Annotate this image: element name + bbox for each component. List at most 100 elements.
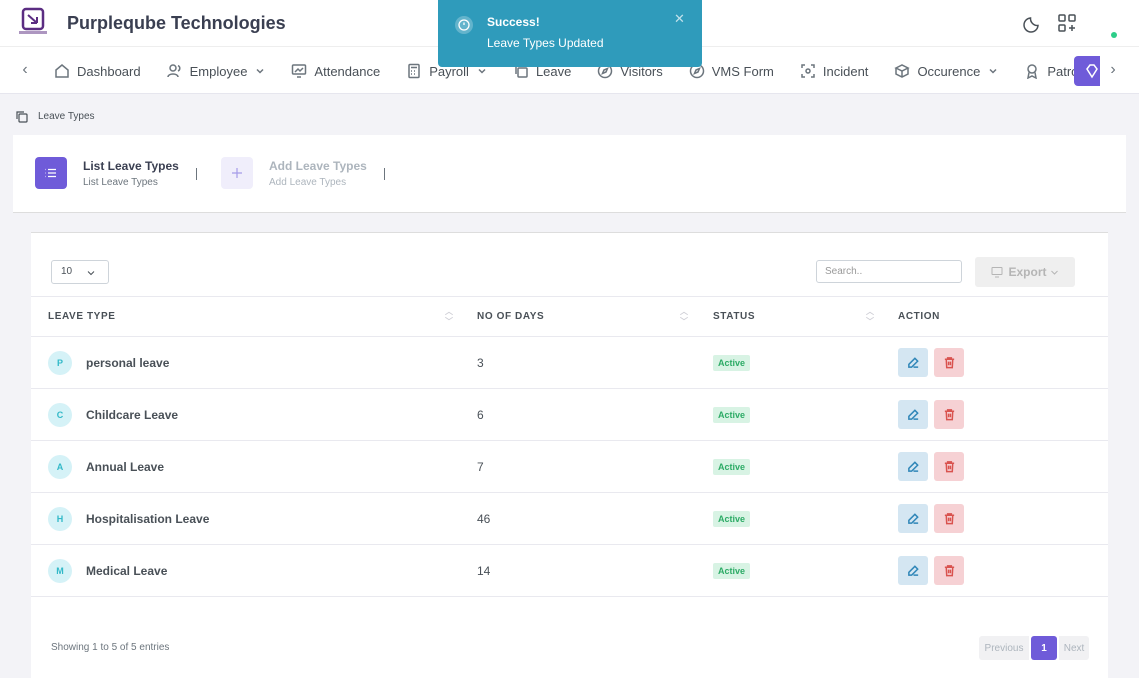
column-header-action: ACTION: [881, 296, 1108, 337]
brand-logo[interactable]: [17, 7, 49, 39]
users-icon: [166, 64, 181, 78]
leave-types-tabs: List Leave Types List Leave Types Add Le…: [13, 135, 1126, 213]
delete-button[interactable]: [934, 400, 964, 429]
plus-icon: [221, 157, 253, 189]
toast-title: Success!: [487, 15, 540, 29]
leave-days: 7: [477, 459, 484, 474]
leave-type-name: Hospitalisation Leave: [86, 511, 210, 526]
nav-item-dashboard[interactable]: Dashboard: [54, 47, 141, 95]
page-length-select[interactable]: 10: [51, 260, 109, 284]
sort-icon: ︿ ﹀: [866, 307, 875, 326]
nav-item-patrol[interactable]: Patrol: [1024, 47, 1081, 95]
monitor-chart-icon: [292, 64, 307, 78]
calculator-icon: [408, 63, 420, 79]
leave-type-name: Childcare Leave: [86, 407, 179, 422]
dark-mode-icon[interactable]: [1023, 13, 1043, 33]
pagination: Previous 1 Next: [979, 636, 1089, 660]
column-header-status[interactable]: STATUS ︿ ﹀: [696, 296, 881, 337]
status-badge: Active: [713, 458, 751, 475]
leave-days: 6: [477, 407, 484, 422]
sort-icon: ︿ ﹀: [445, 307, 454, 326]
boxes-icon: [894, 64, 911, 78]
delete-button[interactable]: [934, 504, 964, 533]
status-badge: Active: [713, 562, 751, 579]
edit-button[interactable]: [898, 348, 928, 377]
delete-button[interactable]: [934, 452, 964, 481]
tab-list-leave-types[interactable]: List Leave Types List Leave Types: [35, 157, 179, 189]
edit-button[interactable]: [898, 556, 928, 585]
nav-item-attendance[interactable]: Attendance: [291, 47, 380, 95]
edit-button[interactable]: [898, 504, 928, 533]
breadcrumb-current: Leave Types: [38, 111, 95, 122]
breadcrumb: Leave Types: [15, 110, 95, 123]
leave-days: 46: [477, 511, 491, 526]
tab-add-leave-types[interactable]: Add Leave Types Add Leave Types: [221, 157, 367, 189]
edit-icon: [907, 357, 919, 368]
previous-page-button[interactable]: Previous: [979, 636, 1029, 660]
table-row: M Medical Leave 14 Active: [31, 544, 1108, 597]
column-header-no-of-days[interactable]: NO OF DAYS ︿ ﹀: [460, 296, 696, 337]
online-status-dot: [1111, 32, 1117, 38]
list-icon: [35, 157, 67, 189]
badge-icon: [1027, 64, 1038, 79]
success-toast: Success! Leave Types Updated ✕: [438, 0, 702, 67]
leave-types-table: LEAVE TYPE ︿ ﹀ NO OF DAYS ︿ ﹀ STATUS ︿ ﹀ AC…: [31, 296, 1108, 597]
trash-icon: [944, 513, 954, 525]
avatar: P: [48, 350, 72, 375]
monitor-icon: [991, 267, 1003, 278]
nav-item-incident[interactable]: Incident: [800, 47, 868, 95]
tab-separator: [196, 168, 197, 180]
export-button[interactable]: Export: [975, 257, 1075, 287]
toast-message: Leave Types Updated: [487, 36, 604, 50]
avatar: C: [48, 402, 72, 427]
table-row: C Childcare Leave 6 Active: [31, 388, 1108, 441]
leave-days: 14: [477, 563, 491, 578]
edit-button[interactable]: [898, 452, 928, 481]
search-input[interactable]: [816, 260, 962, 283]
tab-list-title: List Leave Types: [83, 158, 179, 173]
status-badge: Active: [713, 354, 751, 371]
chevron-down-icon: [478, 68, 486, 74]
apps-grid-icon[interactable]: [1057, 13, 1077, 33]
leave-days: 3: [477, 355, 484, 370]
tab-separator: [384, 168, 385, 180]
page-1-button[interactable]: 1: [1031, 636, 1057, 660]
edit-icon: [907, 565, 919, 576]
trash-icon: [944, 461, 954, 473]
edit-icon: [907, 461, 919, 472]
tab-add-title: Add Leave Types: [269, 158, 367, 173]
entries-info: Showing 1 to 5 of 5 entries: [51, 642, 170, 653]
next-page-button[interactable]: Next: [1059, 636, 1089, 660]
leave-types-table-card: 10 Export LEAVE TYPE ︿﹀ NO OF DAYS ︿﹀ ST…: [31, 232, 1108, 678]
diamond-icon: [1086, 64, 1098, 79]
avatar: H: [48, 506, 72, 531]
nav-item-employee[interactable]: Employee: [166, 47, 266, 95]
nav-scroll-right-icon[interactable]: ›: [1106, 62, 1120, 78]
nav-scroll-left-icon[interactable]: ‹: [18, 62, 32, 78]
table-row: H Hospitalisation Leave 46 Active: [31, 492, 1108, 545]
edit-button[interactable]: [898, 400, 928, 429]
edit-icon: [907, 513, 919, 524]
tab-list-subtitle: List Leave Types: [83, 176, 158, 188]
tab-add-subtitle: Add Leave Types: [269, 176, 347, 188]
leave-type-name: personal leave: [86, 355, 170, 370]
edit-icon: [907, 409, 919, 420]
leave-type-name: Annual Leave: [86, 459, 165, 474]
table-row: A Annual Leave 7 Active: [31, 440, 1108, 493]
table-row: Ppersonal leave 3 Active: [31, 336, 1108, 389]
nav-item-occurence[interactable]: Occurence: [894, 47, 998, 95]
chevron-down-icon: [256, 68, 264, 74]
brand-name: Purpleqube Technologies: [67, 13, 286, 33]
chevron-down-icon: [1050, 270, 1058, 275]
delete-button[interactable]: [934, 556, 964, 585]
copy-icon: [16, 111, 28, 123]
chevron-down-icon: [87, 271, 95, 276]
status-badge: Active: [713, 510, 751, 527]
avatar: A: [48, 454, 72, 479]
delete-button[interactable]: [934, 348, 964, 377]
focus-icon: [801, 64, 815, 78]
chevron-down-icon: [989, 68, 997, 74]
column-header-leave-type[interactable]: LEAVE TYPE ︿ ﹀: [31, 296, 460, 337]
nav-item-active-overflow[interactable]: [1074, 56, 1100, 86]
toast-close-icon[interactable]: ✕: [674, 11, 685, 27]
